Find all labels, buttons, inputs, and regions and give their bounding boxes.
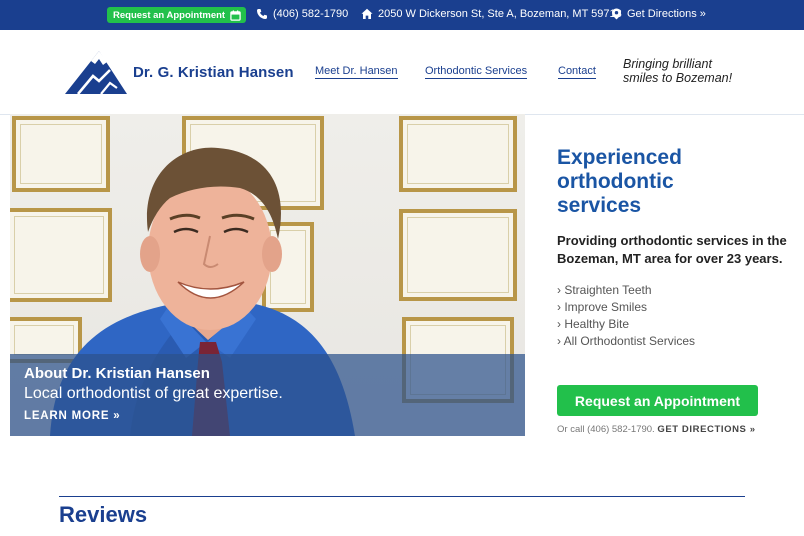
tagline: Bringing brilliant smiles to Bozeman! [623, 57, 732, 85]
hero-overlay[interactable]: About Dr. Kristian Hansen Local orthodon… [10, 354, 525, 436]
nav-contact[interactable]: Contact [558, 65, 596, 79]
hero-subtitle: Local orthodontist of great expertise. [24, 385, 283, 402]
map-pin-icon [612, 8, 621, 20]
top-appointment-label: Request an Appointment [113, 9, 226, 21]
tagline-line-1: Bringing brilliant [623, 57, 712, 71]
top-phone-text: (406) 582-1790 [273, 8, 349, 20]
hero-photo[interactable]: About Dr. Kristian Hansen Local orthodon… [10, 114, 525, 436]
service-item-all-services[interactable]: › All Orthodontist Services [557, 333, 787, 350]
calendar-icon [230, 9, 241, 21]
service-item-healthy-bite[interactable]: › Healthy Bite [557, 316, 787, 333]
hero-title: About Dr. Kristian Hansen [24, 365, 210, 382]
nav-orthodontic-services[interactable]: Orthodontic Services [425, 65, 528, 79]
mountain-logo-icon [65, 51, 127, 94]
top-address[interactable]: 2050 W Dickerson St, Ste A, Bozeman, MT … [361, 8, 622, 20]
tagline-line-2: smiles to Bozeman! [623, 71, 733, 85]
reviews-heading: Reviews [59, 502, 148, 527]
services-title-line-3: services [557, 194, 642, 217]
section-divider [59, 496, 745, 497]
site-header: Dr. G. Kristian Hansen Meet Dr. Hansen O… [0, 30, 804, 115]
top-appointment-button[interactable]: Request an Appointment [107, 7, 247, 23]
request-appointment-button[interactable]: Request an Appointment [557, 385, 758, 416]
services-panel: Experienced orthodontic services Providi… [557, 146, 787, 350]
phone-icon [257, 9, 267, 19]
get-directions-link[interactable]: GET DIRECTIONS » [657, 424, 755, 435]
services-title: Experienced orthodontic services [557, 146, 787, 218]
services-lead: Providing orthodontic services in the Bo… [557, 233, 787, 266]
services-title-line-1: Experienced [557, 146, 682, 169]
site-logo[interactable]: Dr. G. Kristian Hansen [65, 50, 294, 94]
top-bar: Request an Appointment (406) 582-1790 20… [0, 0, 804, 30]
service-item-improve-smiles[interactable]: › Improve Smiles [557, 299, 787, 316]
top-phone[interactable]: (406) 582-1790 [256, 8, 348, 20]
learn-more-link[interactable]: LEARN MORE » [24, 410, 121, 422]
services-title-line-2: orthodontic [557, 170, 674, 193]
logo-name: Dr. G. Kristian Hansen [133, 63, 294, 81]
services-list: › Straighten Teeth › Improve Smiles › He… [557, 282, 787, 350]
top-directions-text: Get Directions » [627, 8, 706, 20]
home-icon [361, 8, 373, 19]
top-directions[interactable]: Get Directions » [611, 8, 706, 20]
nav-meet-dr-hansen[interactable]: Meet Dr. Hansen [315, 65, 398, 79]
service-item-straighten-teeth[interactable]: › Straighten Teeth [557, 282, 787, 299]
top-address-text: 2050 W Dickerson St, Ste A, Bozeman, MT … [378, 8, 622, 20]
call-text: Or call (406) 582-1790. [557, 424, 655, 435]
call-line: Or call (406) 582-1790. GET DIRECTIONS » [557, 424, 756, 435]
